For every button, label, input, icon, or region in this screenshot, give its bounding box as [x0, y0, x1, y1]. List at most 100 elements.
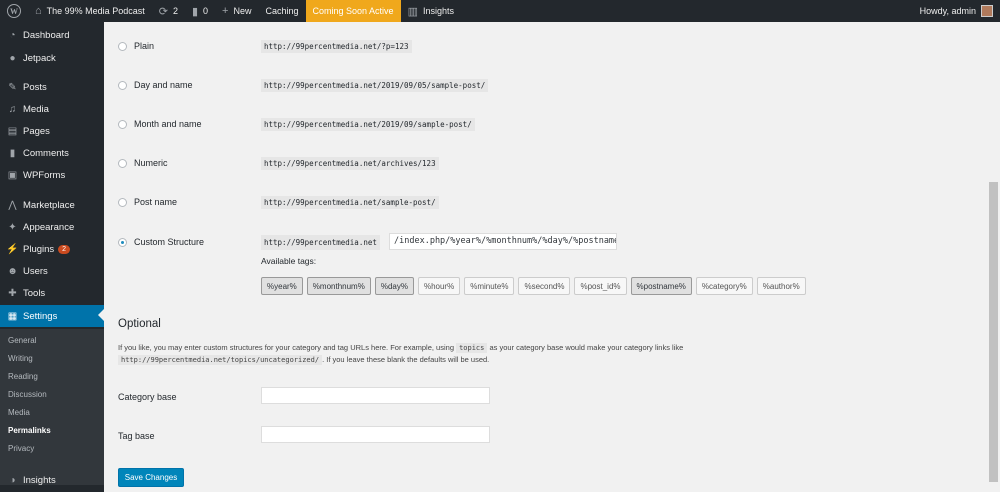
coming-soon-badge[interactable]: Coming Soon Active — [305, 0, 401, 22]
optional-description: If you like, you may enter custom struct… — [118, 343, 684, 365]
sidebar-item-settings[interactable]: ▦ Settings — [0, 305, 104, 327]
user-icon: ☻ — [7, 265, 18, 277]
main-content: Plain http://99percentmedia.net/?p=123 D… — [104, 22, 988, 492]
sidebar-item-media[interactable]: ♫ Media — [0, 99, 104, 119]
sidebar-item-pages[interactable]: ▤ Pages — [0, 121, 104, 141]
submenu-permalinks[interactable]: Permalinks — [8, 426, 51, 435]
radio-day-and-name[interactable] — [118, 80, 127, 90]
option-plain-label: Plain — [134, 41, 155, 51]
wp-logo-menu[interactable]: W — [0, 0, 28, 22]
option-month-and-name[interactable]: Month and name — [118, 119, 202, 129]
admin-sidebar: ◔ Dashboard ● Jetpack ✎ Posts ♫ Media ▤ Pages… — [0, 22, 104, 492]
sidebar-item-appearance[interactable]: ✦ Appearance — [0, 217, 104, 237]
plugins-update-badge: 2 — [58, 244, 71, 254]
insights-icon: ◑ — [9, 474, 16, 486]
submenu-writing[interactable]: Writing — [8, 354, 33, 363]
comment-icon: ▮ — [9, 147, 16, 159]
sample-url-numeric: http://99percentmedia.net/archives/123 — [261, 157, 439, 170]
radio-month-and-name[interactable] — [118, 119, 127, 129]
radio-plain[interactable] — [118, 41, 127, 51]
available-tags-label: Available tags: — [261, 256, 317, 266]
updates-link[interactable]: ⟳ 2 — [152, 0, 185, 22]
sample-url-day-and-name: http://99percentmedia.net/2019/09/05/sam… — [261, 79, 489, 92]
sidebar-item-wpforms[interactable]: ▣ WPForms — [0, 165, 104, 185]
option-plain[interactable]: Plain — [118, 41, 154, 51]
home-icon: ⌂ — [35, 5, 42, 17]
tag-postname-button[interactable]: %postname% — [630, 277, 692, 295]
tag-minute-button[interactable]: %minute% — [464, 277, 515, 295]
sidebar-item-jetpack[interactable]: ● Jetpack — [0, 48, 104, 68]
sidebar-item-posts[interactable]: ✎ Posts — [0, 77, 104, 97]
sidebar-item-dashboard[interactable]: ◔ Dashboard — [0, 25, 104, 45]
option-day-and-name-label: Day and name — [134, 80, 193, 90]
save-changes-button[interactable]: Save Changes — [118, 468, 184, 487]
sidebar-item-plugins[interactable]: ⚡ Plugins 2 — [0, 239, 104, 259]
wordpress-logo-icon: W — [7, 4, 21, 18]
howdy-label: Howdy, admin — [919, 6, 976, 16]
tag-hour-button[interactable]: %hour% — [417, 277, 461, 295]
sample-url-month-and-name: http://99percentmedia.net/2019/09/sample… — [261, 118, 475, 131]
submenu-privacy[interactable]: Privacy — [8, 444, 34, 453]
topics-code: topics — [456, 343, 488, 353]
submenu-media[interactable]: Media — [8, 408, 30, 417]
insights-link[interactable]: ▥ Insights — [401, 0, 461, 22]
site-name-link[interactable]: ⌂ The 99% Media Podcast — [28, 0, 152, 22]
plugin-icon: ⚡ — [6, 243, 19, 255]
tag-author-button[interactable]: %author% — [756, 277, 806, 295]
category-base-input[interactable] — [261, 387, 490, 404]
category-base-label: Category base — [118, 392, 177, 402]
custom-structure-input[interactable]: /index.php/%year%/%monthnum%/%day%/%post… — [389, 233, 617, 250]
new-content-link[interactable]: + New — [215, 0, 258, 22]
insights-label: Insights — [422, 6, 454, 16]
available-tags: %year% %monthnum% %day% %hour% %minute% … — [261, 277, 810, 295]
wrench-icon: ✚ — [8, 287, 17, 299]
radio-custom-structure[interactable] — [118, 237, 127, 247]
updates-icon: ⟳ — [158, 5, 168, 18]
tag-post-id-button[interactable]: %post_id% — [574, 277, 627, 295]
coming-soon-label: Coming Soon Active — [312, 6, 394, 16]
pages-icon: ▤ — [7, 125, 18, 137]
example-url-code: http://99percentmedia.net/topics/uncateg… — [118, 355, 323, 365]
sidebar-item-insights[interactable]: ◑ Insights — [0, 470, 104, 490]
submenu-discussion[interactable]: Discussion — [8, 390, 47, 399]
comments-link[interactable]: ▮ 0 — [185, 0, 215, 22]
sample-url-plain: http://99percentmedia.net/?p=123 — [261, 40, 412, 53]
sidebar-item-tools[interactable]: ✚ Tools — [0, 283, 104, 303]
bar-chart-icon: ▥ — [407, 5, 418, 18]
sidebar-item-comments[interactable]: ▮ Comments — [0, 143, 104, 163]
page-scrollbar[interactable] — [988, 22, 1000, 492]
tag-monthnum-button[interactable]: %monthnum% — [306, 277, 371, 295]
comments-count: 0 — [203, 6, 209, 16]
dashboard-icon: ◔ — [9, 29, 16, 41]
submenu-general[interactable]: General — [8, 336, 36, 345]
submenu-reading[interactable]: Reading — [8, 372, 38, 381]
tag-day-button[interactable]: %day% — [374, 277, 414, 295]
caching-label: Caching — [265, 6, 299, 16]
option-custom-structure[interactable]: Custom Structure — [118, 237, 204, 247]
scrollbar-thumb[interactable] — [989, 182, 998, 482]
option-numeric[interactable]: Numeric — [118, 158, 168, 168]
tag-year-button[interactable]: %year% — [261, 277, 303, 295]
comment-icon: ▮ — [191, 5, 199, 18]
radio-numeric[interactable] — [118, 158, 127, 168]
jetpack-icon: ● — [9, 52, 16, 64]
tag-category-button[interactable]: %category% — [695, 277, 753, 295]
settings-icon: ▦ — [7, 310, 18, 322]
tag-second-button[interactable]: %second% — [518, 277, 571, 295]
caching-link[interactable]: Caching — [258, 0, 305, 22]
option-day-and-name[interactable]: Day and name — [118, 80, 193, 90]
tag-base-input[interactable] — [261, 426, 490, 443]
sidebar-item-marketplace[interactable]: ⋀ Marketplace — [0, 195, 104, 215]
sample-url-post-name: http://99percentmedia.net/sample-post/ — [261, 196, 439, 209]
optional-heading: Optional — [118, 318, 161, 330]
radio-post-name[interactable] — [118, 197, 127, 207]
new-label: New — [233, 6, 252, 16]
sidebar-item-users[interactable]: ☻ Users — [0, 261, 104, 281]
settings-submenu: General Writing Reading Discussion Media… — [0, 329, 104, 485]
option-post-name-label: Post name — [134, 197, 178, 207]
option-month-and-name-label: Month and name — [134, 119, 202, 129]
option-numeric-label: Numeric — [134, 158, 168, 168]
option-post-name[interactable]: Post name — [118, 197, 177, 207]
site-name-label: The 99% Media Podcast — [46, 6, 145, 16]
account-menu[interactable]: Howdy, admin — [913, 0, 1000, 22]
